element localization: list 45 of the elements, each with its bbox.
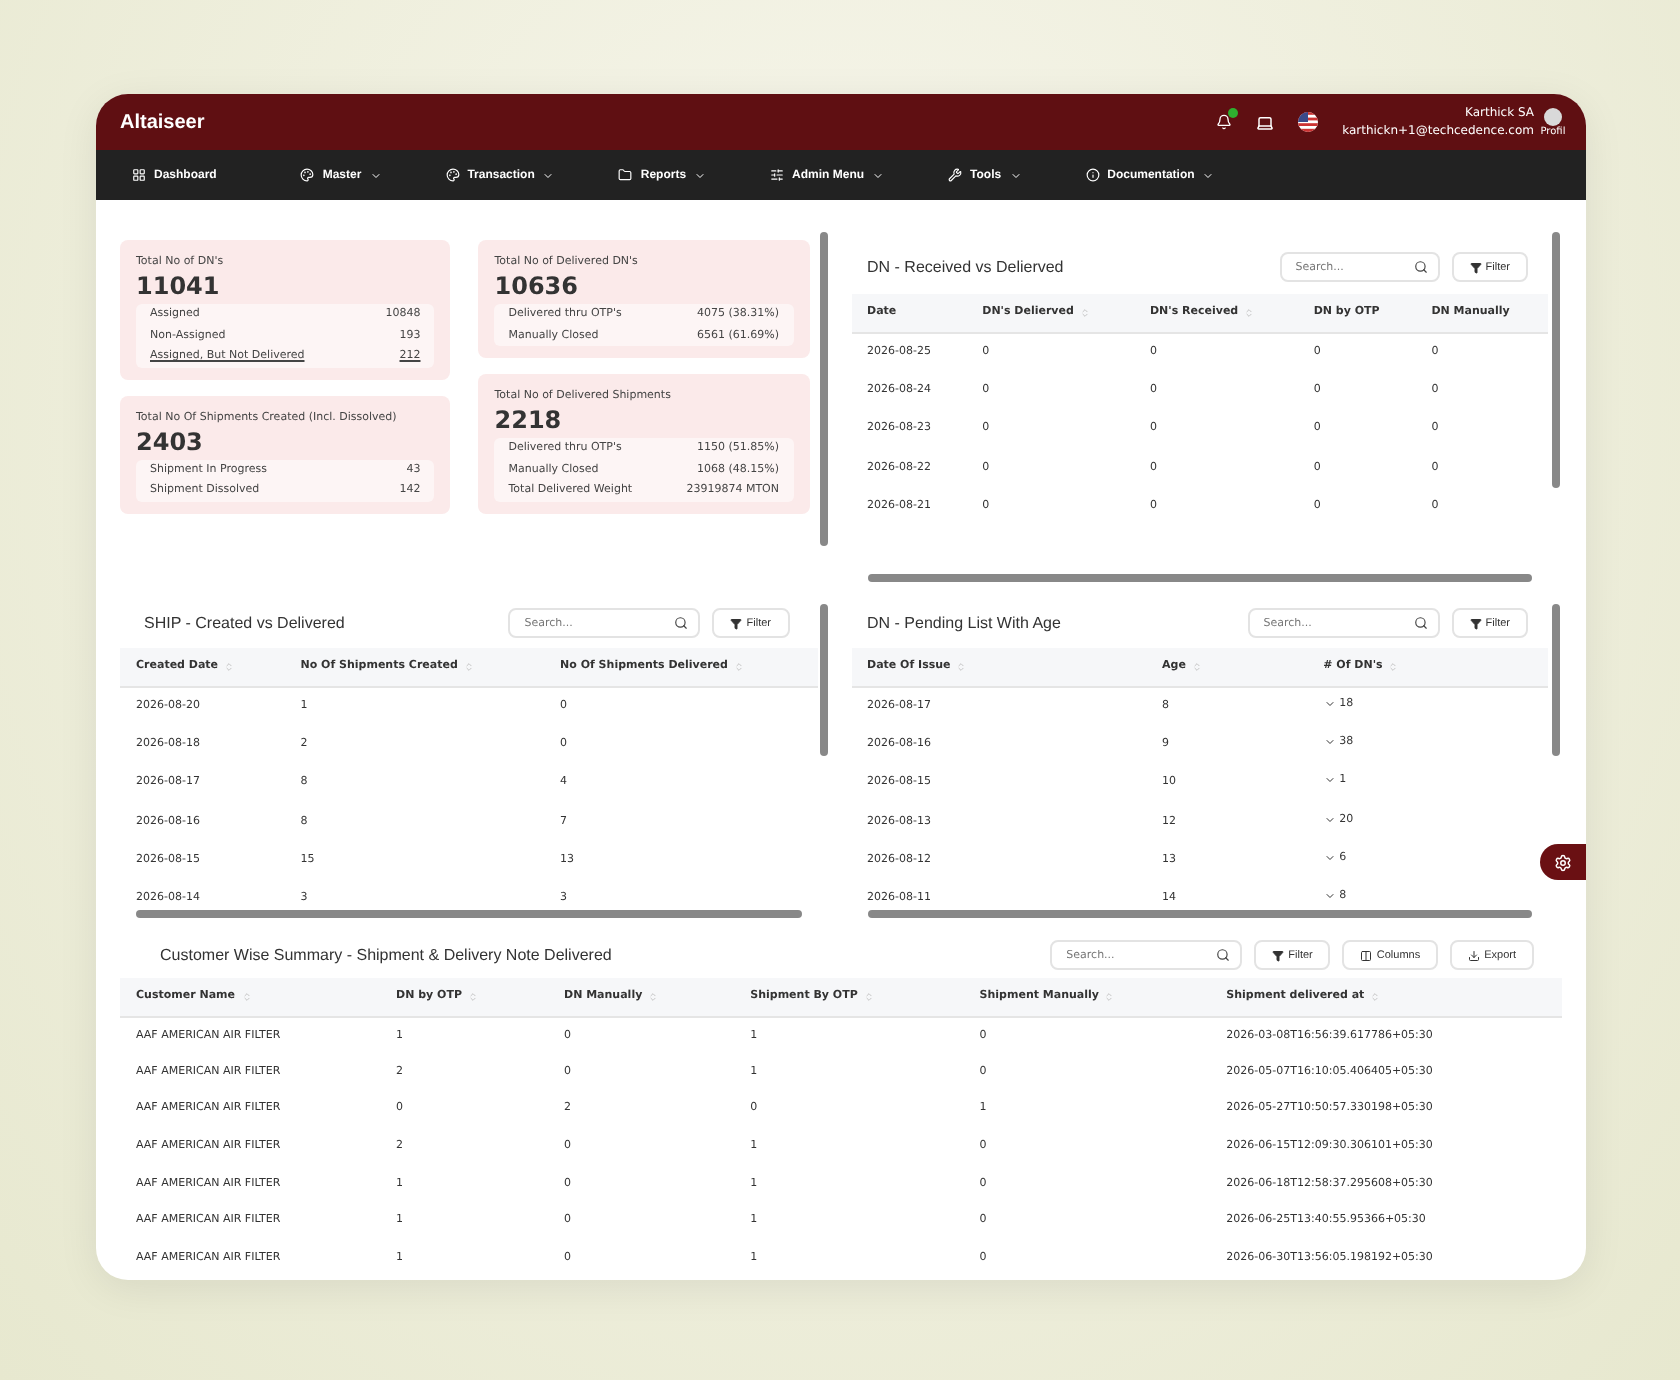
horizontal-scrollbar[interactable]	[867, 909, 1532, 917]
bell-icon[interactable]	[1216, 114, 1233, 130]
filter-icon	[1272, 949, 1285, 961]
avatar[interactable]	[1544, 107, 1562, 125]
search-icon	[674, 616, 689, 630]
download-icon	[1468, 949, 1481, 961]
filter-icon	[730, 617, 743, 629]
horizontal-scrollbar[interactable]	[136, 909, 801, 917]
wrench-icon	[948, 168, 963, 182]
horizontal-scrollbar[interactable]	[867, 573, 1532, 581]
columns-icon	[1360, 949, 1373, 961]
palette-icon	[300, 168, 315, 182]
chevron-icon[interactable]	[1323, 851, 1336, 864]
card-value: 2403	[136, 427, 205, 455]
panel-title: DN - Received vs Delierved	[867, 258, 1066, 276]
vertical-scrollbar[interactable]	[1551, 604, 1559, 756]
chevron-icon[interactable]	[1323, 774, 1336, 787]
vertical-scrollbar[interactable]	[820, 604, 828, 756]
info-icon	[1085, 168, 1100, 182]
chevron-icon[interactable]	[1323, 735, 1336, 748]
settings-button[interactable]	[1540, 844, 1586, 880]
palette-icon	[445, 168, 460, 182]
card-value: 10636	[494, 272, 580, 300]
vertical-scrollbar[interactable]	[1551, 232, 1559, 487]
laptop-icon[interactable]	[1256, 113, 1275, 131]
chevron-icon[interactable]	[1323, 697, 1336, 710]
filter-icon	[1469, 617, 1482, 629]
panel-title: SHIP - Created vs Delivered	[144, 614, 347, 632]
card-value: 2218	[494, 406, 564, 434]
panel-title: Customer Wise Summary - Shipment & Delivery Note Delivered	[160, 946, 614, 964]
filter-icon	[1469, 261, 1482, 273]
panel-title: DN - Pending List With Age	[867, 614, 1063, 632]
chevron-icon[interactable]	[1323, 813, 1336, 826]
card-value: 11041	[136, 272, 222, 300]
sliders-icon	[770, 168, 785, 182]
folder-icon	[618, 168, 633, 182]
settings-icon	[1554, 853, 1572, 871]
chevron-icon[interactable]	[1323, 890, 1336, 903]
search-icon	[1413, 616, 1428, 630]
grid-icon	[132, 168, 146, 182]
app-logo[interactable]: Altaiseer	[120, 111, 1217, 133]
vertical-scrollbar[interactable]	[820, 232, 828, 546]
search-icon	[1413, 260, 1428, 274]
search-icon	[1216, 948, 1231, 962]
flag-icon[interactable]	[1298, 112, 1319, 132]
